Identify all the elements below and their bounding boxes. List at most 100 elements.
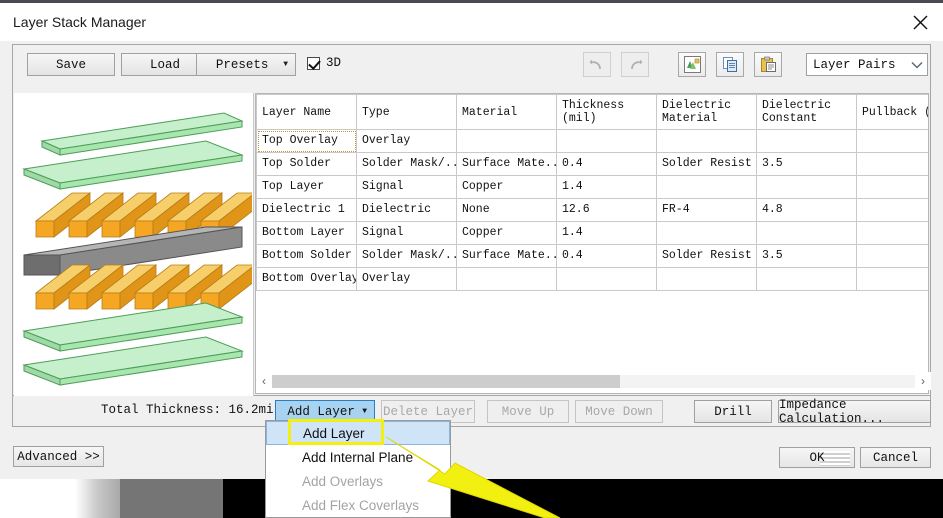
cell-dielectric-material[interactable] xyxy=(656,175,757,199)
cell-pullback[interactable] xyxy=(856,267,928,291)
cell-type[interactable]: Signal xyxy=(356,175,457,199)
total-thickness-label: Total Thickness: 16.2mil xyxy=(101,403,282,417)
desktop-background-gray xyxy=(120,476,223,518)
column-header-dielectric-constant[interactable]: Dielectric Constant xyxy=(756,94,857,130)
cell-dielectric-constant[interactable] xyxy=(756,267,857,291)
cell-material[interactable]: Surface Mate... xyxy=(456,244,557,268)
cell-type[interactable]: Overlay xyxy=(356,267,457,291)
paste-icon[interactable] xyxy=(754,52,782,77)
cell-pullback[interactable] xyxy=(856,152,928,176)
cell-layer-name[interactable]: Top Overlay xyxy=(256,129,357,153)
cell-pullback[interactable] xyxy=(856,198,928,222)
scroll-right-icon[interactable]: › xyxy=(915,374,931,388)
move-up-button[interactable]: Move Up xyxy=(487,400,569,423)
table-body: Top Overlay Overlay Top Solder Solder Ma… xyxy=(256,129,928,291)
cell-pullback[interactable] xyxy=(856,244,928,268)
cell-layer-name[interactable]: Dielectric 1 xyxy=(256,198,357,222)
ok-button[interactable]: OK xyxy=(779,447,855,468)
layer-stack-table[interactable]: Layer Name Type Material Thickness (mil)… xyxy=(255,93,929,394)
cell-material[interactable]: Copper xyxy=(456,175,557,199)
menu-item-add-flex-coverlays: Add Flex Coverlays xyxy=(302,497,420,513)
undo-icon[interactable] xyxy=(583,52,611,77)
column-header-type[interactable]: Type xyxy=(356,94,457,130)
cell-material[interactable]: None xyxy=(456,198,557,222)
column-header-layer-name[interactable]: Layer Name xyxy=(256,94,357,130)
layer-table: Layer Name Type Material Thickness (mil)… xyxy=(256,94,928,291)
column-header-dielectric-material[interactable]: Dielectric Material xyxy=(656,94,757,130)
cell-dielectric-constant[interactable]: 4.8 xyxy=(756,198,857,222)
cell-material[interactable] xyxy=(456,129,557,153)
cell-dielectric-constant[interactable] xyxy=(756,129,857,153)
cell-dielectric-constant[interactable] xyxy=(756,221,857,245)
cell-thickness[interactable] xyxy=(556,129,657,153)
column-header-thickness[interactable]: Thickness (mil) xyxy=(556,94,657,130)
close-icon[interactable] xyxy=(897,3,943,41)
cell-dielectric-material[interactable] xyxy=(656,129,757,153)
column-header-label: Dielectric xyxy=(662,99,732,112)
redo-icon[interactable] xyxy=(621,52,649,77)
impedance-calculation-button[interactable]: Impedance Calculation... xyxy=(778,398,931,426)
column-header-material[interactable]: Material xyxy=(456,94,557,130)
view-mode-dropdown[interactable]: Layer Pairs xyxy=(806,53,928,76)
menu-item-add-overlays: Add Overlays xyxy=(302,473,384,489)
horizontal-scrollbar[interactable]: ‹ › xyxy=(256,372,931,390)
cell-dielectric-material[interactable] xyxy=(656,221,757,245)
layer-stack-manager-window: Layer Stack Manager Save Load Presets ▼ xyxy=(0,3,943,479)
cell-pullback[interactable] xyxy=(856,129,928,153)
cell-dielectric-material[interactable]: FR-4 xyxy=(656,198,757,222)
cell-type[interactable]: Signal xyxy=(356,221,457,245)
copy-icon[interactable] xyxy=(716,52,744,77)
drill-button[interactable]: Drill xyxy=(694,400,772,423)
cell-dielectric-material[interactable]: Solder Resist xyxy=(656,244,757,268)
cell-thickness[interactable]: 0.4 xyxy=(556,244,657,268)
cell-layer-name[interactable]: Top Layer xyxy=(256,175,357,199)
3d-checkbox[interactable]: 3D xyxy=(307,56,341,70)
cancel-button[interactable]: Cancel xyxy=(860,447,931,468)
save-button[interactable]: Save xyxy=(27,53,115,76)
add-layer-dropdown-menu[interactable]: Add Layer Add Internal Plane Add Overlay… xyxy=(265,420,451,518)
cell-material[interactable]: Copper xyxy=(456,221,557,245)
3d-checkbox-label: 3D xyxy=(326,56,342,70)
cell-thickness[interactable]: 1.4 xyxy=(556,221,657,245)
cell-dielectric-constant[interactable]: 3.5 xyxy=(756,152,857,176)
cell-pullback[interactable] xyxy=(856,175,928,199)
add-layer-pair-icon[interactable] xyxy=(678,52,706,77)
cell-type[interactable]: Solder Mask/... xyxy=(356,152,457,176)
cell-dielectric-material[interactable]: Solder Resist xyxy=(656,152,757,176)
table-row: Bottom Layer Signal Copper 1.4 xyxy=(256,221,928,245)
table-row: Bottom Overlay Overlay xyxy=(256,267,928,291)
cell-pullback[interactable] xyxy=(856,221,928,245)
column-header-label: Type xyxy=(362,105,390,119)
cell-dielectric-material[interactable] xyxy=(656,267,757,291)
cell-layer-name[interactable]: Bottom Overlay xyxy=(256,267,357,291)
scrollbar-track[interactable] xyxy=(272,374,915,388)
cell-layer-name[interactable]: Bottom Solder xyxy=(256,244,357,268)
column-header-pullback[interactable]: Pullback (mi xyxy=(856,94,928,130)
table-row: Bottom Solder Solder Mask/... Surface Ma… xyxy=(256,244,928,268)
menu-item-add-layer[interactable]: Add Layer xyxy=(266,421,450,445)
cell-material[interactable] xyxy=(456,267,557,291)
stack-copper-traces-bottom xyxy=(34,264,252,310)
cell-type[interactable]: Solder Mask/... xyxy=(356,244,457,268)
cell-layer-name[interactable]: Top Solder xyxy=(256,152,357,176)
column-header-label: Thickness xyxy=(562,99,625,112)
cell-layer-name[interactable]: Bottom Layer xyxy=(256,221,357,245)
move-down-button[interactable]: Move Down xyxy=(575,400,663,423)
scroll-left-icon[interactable]: ‹ xyxy=(256,374,272,388)
advanced-button[interactable]: Advanced >> xyxy=(13,446,104,467)
cell-dielectric-constant[interactable] xyxy=(756,175,857,199)
cell-type[interactable]: Overlay xyxy=(356,129,457,153)
cell-thickness[interactable]: 1.4 xyxy=(556,175,657,199)
cell-thickness[interactable]: 0.4 xyxy=(556,152,657,176)
cell-dielectric-constant[interactable]: 3.5 xyxy=(756,244,857,268)
cell-thickness[interactable]: 12.6 xyxy=(556,198,657,222)
menu-item-add-internal-plane[interactable]: Add Internal Plane xyxy=(266,445,450,469)
desktop-background-gradient xyxy=(75,476,120,518)
presets-button[interactable]: Presets ▼ xyxy=(196,53,296,76)
main-panel: Save Load Presets ▼ 3D Layer Pairs Layer… xyxy=(12,44,931,406)
scrollbar-thumb[interactable] xyxy=(272,374,620,388)
table-row: Top Solder Solder Mask/... Surface Mate.… xyxy=(256,152,928,176)
cell-thickness[interactable] xyxy=(556,267,657,291)
cell-type[interactable]: Dielectric xyxy=(356,198,457,222)
cell-material[interactable]: Surface Mate... xyxy=(456,152,557,176)
